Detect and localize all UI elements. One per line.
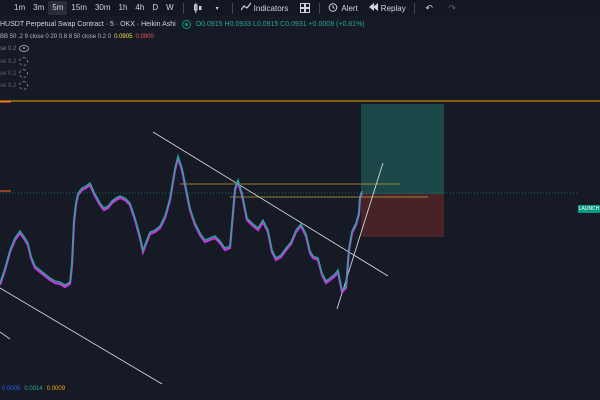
chevron-down-icon[interactable]: ▾	[212, 3, 223, 14]
timeframe-15m[interactable]: 15m	[67, 1, 91, 15]
ohlc-values: O0.0915 H0.0933 L0.0915 C0.0931 +0.0008 …	[195, 21, 365, 28]
toolbar-divider	[413, 2, 415, 14]
take-profit-zone	[361, 104, 444, 194]
settings-icon[interactable]	[19, 81, 29, 90]
eye-icon[interactable]	[19, 45, 30, 52]
alert-label: Alert	[341, 3, 358, 13]
bb-value-lower: 0.0900	[135, 34, 154, 40]
symbol-header: HUSDT Perpetual Swap Contract · 5 · OKX …	[0, 19, 365, 30]
alert-button[interactable]: Alert	[325, 2, 360, 14]
indicator-legend-row[interactable]: se 0.2	[0, 81, 29, 90]
timeframe-1m[interactable]: 1m	[10, 1, 29, 15]
undo-icon[interactable]: ↶	[424, 3, 435, 14]
chart-area[interactable]: LAUNCH	[0, 16, 600, 400]
left-short-line	[0, 331, 11, 340]
settings-icon[interactable]	[19, 69, 29, 78]
trendline-lower-channel	[0, 287, 163, 385]
alert-clock-icon	[328, 2, 338, 14]
bottom-value-3: 0.0009	[46, 386, 66, 392]
stop-loss-zone	[361, 194, 444, 237]
price-series	[0, 153, 363, 292]
indicator-legend-row[interactable]: se 0.2	[0, 69, 29, 78]
bb-indicator-label: BB 50 .2 9 close 0 20 0.8 8 50 close 0.2…	[0, 34, 112, 40]
bb-value-upper: 0.0905	[114, 34, 133, 40]
indicators-button[interactable]: Indicators	[238, 2, 292, 14]
bottom-indicator-values: 0.0005 0.0014 0.0009	[0, 386, 65, 392]
replay-button[interactable]: Replay	[365, 2, 409, 14]
timeframe-4h[interactable]: 4h	[131, 1, 148, 15]
indicator-row-label: se 0.2	[0, 45, 17, 52]
timeframe-w[interactable]: W	[162, 1, 178, 15]
settings-icon[interactable]	[19, 57, 29, 66]
indicator-row-label: se 0.2	[0, 70, 17, 77]
toolbar-divider	[182, 2, 184, 14]
price-chart[interactable]	[0, 16, 600, 400]
indicators-icon	[240, 2, 252, 14]
indicator-row-label: se 0.2	[0, 82, 17, 89]
candle-type-icon[interactable]	[193, 3, 204, 14]
timeframe-1h[interactable]: 1h	[115, 1, 132, 15]
launch-price-tag: LAUNCH	[578, 205, 600, 213]
price-series-shadow	[0, 154, 364, 295]
timeframe-d[interactable]: D	[148, 1, 162, 15]
toolbar-divider	[231, 2, 233, 14]
indicator-row-label: se 0.2	[0, 58, 17, 65]
timeframe-5m[interactable]: 5m	[48, 1, 68, 15]
replay-label: Replay	[380, 3, 406, 13]
indicator-legend-row[interactable]: se 0.2	[0, 45, 30, 52]
redo-icon[interactable]: ↷	[447, 3, 458, 14]
indicator-legend-row[interactable]: se 0.2	[0, 57, 29, 66]
timeframe-3m[interactable]: 3m	[29, 1, 48, 15]
replay-icon	[368, 2, 378, 14]
symbol-title[interactable]: HUSDT Perpetual Swap Contract · 5 · OKX …	[0, 21, 176, 28]
toolbar-divider	[319, 2, 321, 14]
bottom-value-1: 0.0005	[2, 386, 21, 392]
layout-icon[interactable]	[299, 3, 310, 14]
bottom-value-2: 0.0014	[24, 386, 43, 392]
indicators-label: Indicators	[253, 3, 289, 13]
market-status-icon	[181, 20, 191, 29]
bb-indicator-legend[interactable]: BB 50 .2 9 close 0 20 0.8 8 50 close 0.2…	[0, 34, 154, 40]
top-toolbar: 1m 3m 5m 15m 30m 1h 4h D W ▾ Indicators …	[0, 0, 600, 16]
timeframe-30m[interactable]: 30m	[91, 1, 115, 15]
